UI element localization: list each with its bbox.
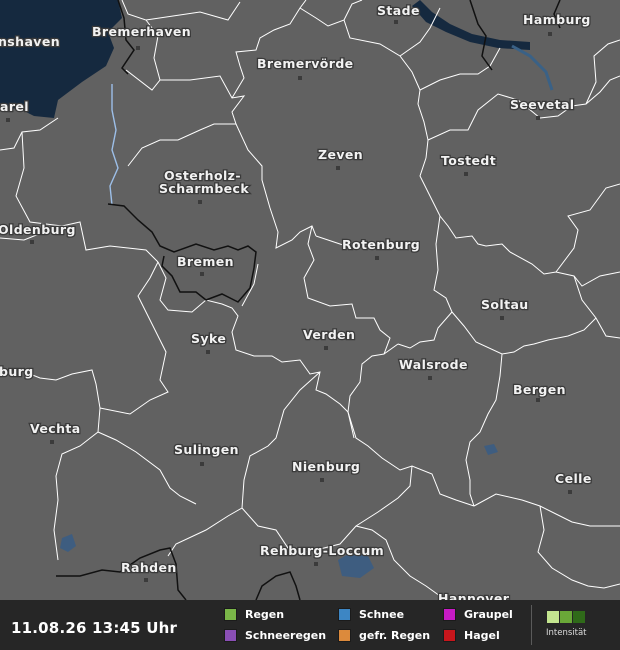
city-label: Bremerhaven xyxy=(92,24,191,39)
city-label: Scharmbeck xyxy=(159,181,249,196)
city-label: Rotenburg xyxy=(342,237,420,252)
schneeregen-swatch xyxy=(224,628,237,642)
city-label: Bremervörde xyxy=(257,56,354,71)
city-label: Nienburg xyxy=(292,459,360,474)
legend-divider xyxy=(531,605,532,645)
legend-item-schneeregen: Schneeregen xyxy=(224,627,326,643)
schnee-swatch xyxy=(338,607,351,621)
legend-footer: 11.08.26 13:45 Uhr Regen Schnee Graupel … xyxy=(0,600,620,650)
legend-label: Regen xyxy=(245,607,285,621)
regen-swatch xyxy=(224,607,237,621)
legend-item-schnee: Schnee xyxy=(338,606,404,622)
city-label: burg xyxy=(0,364,34,379)
city-label: Rehburg-Loccum xyxy=(260,543,384,558)
city-label: Vechta xyxy=(30,421,81,436)
legend-item-gefr-regen: gefr. Regen xyxy=(338,627,430,643)
city-label: Verden xyxy=(303,327,355,342)
weather-map[interactable]: Stade Hamburg nshaven Bremerhaven Bremer… xyxy=(0,0,620,650)
city-label: Tostedt xyxy=(441,153,496,168)
city-label: arel xyxy=(0,99,29,114)
city-label: Oldenburg xyxy=(0,222,76,237)
intensity-swatch-light xyxy=(547,611,559,623)
city-label: Bergen xyxy=(513,382,566,397)
city-label: Celle xyxy=(555,471,592,486)
city-label: Seevetal xyxy=(510,97,574,112)
intensity-swatch-medium xyxy=(560,611,572,623)
legend-item-hagel: Hagel xyxy=(443,627,500,643)
city-label: Sulingen xyxy=(174,442,239,457)
city-label: Hamburg xyxy=(523,12,591,27)
legend-label: gefr. Regen xyxy=(359,628,431,642)
intensity-swatch-strong xyxy=(573,611,585,623)
legend-label: Schneeregen xyxy=(245,628,327,642)
city-label: Rahden xyxy=(121,560,177,575)
intensity-label: Intensität xyxy=(546,628,587,638)
legend-label: Hagel xyxy=(464,628,500,642)
city-label: Syke xyxy=(191,331,226,346)
gefr-regen-swatch xyxy=(338,628,351,642)
city-label: Zeven xyxy=(318,147,363,162)
legend-item-graupel: Graupel xyxy=(443,606,513,622)
city-label: Bremen xyxy=(177,254,234,269)
city-label: nshaven xyxy=(0,34,60,49)
hagel-swatch xyxy=(443,628,456,642)
city-label: Stade xyxy=(377,3,420,18)
timestamp: 11.08.26 13:45 Uhr xyxy=(11,619,178,637)
legend-label: Graupel xyxy=(464,607,513,621)
legend-label: Schnee xyxy=(359,607,405,621)
legend-item-regen: Regen xyxy=(224,606,284,622)
graupel-swatch xyxy=(443,607,456,621)
city-label: Walsrode xyxy=(399,357,468,372)
city-label: Soltau xyxy=(481,297,529,312)
